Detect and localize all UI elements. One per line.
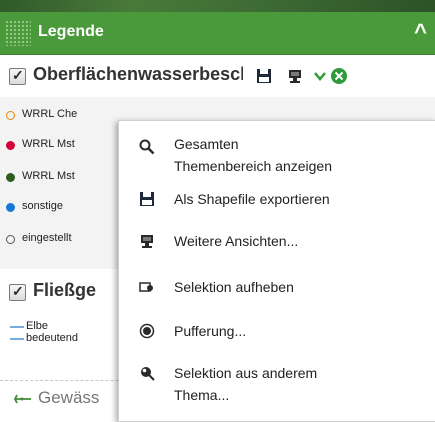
clear-selection-icon [139,282,153,292]
legend-item-label: WRRL Mst [22,170,75,182]
menu-item-buffer[interactable]: Pufferung... [119,319,435,345]
menu-item-label: Als Shapefile exportieren [174,191,330,207]
river-legend-label: Elbe [26,320,49,332]
legend-symbol-icon [6,141,15,150]
layer-title: Gewäss [38,388,100,407]
river-line-icon [10,326,24,340]
legend-symbol-icon [6,235,15,244]
save-icon [140,192,154,206]
menu-item-select-from-theme[interactable]: Selektion aus anderem Thema... [119,361,435,411]
legend-item-label: WRRL Che [22,108,78,120]
buffer-icon [139,323,155,339]
menu-item-more-views[interactable]: Weitere Ansichten... [119,229,435,255]
menu-item-label: Selektion aufheben [174,279,294,295]
layer-title: Fließge [33,280,97,300]
collapse-icon[interactable]: ^ [414,21,427,43]
drag-grip-icon[interactable] [5,20,31,46]
remove-layer-icon[interactable] [330,67,348,85]
menu-item-export-shapefile[interactable]: Als Shapefile exportieren [119,187,435,213]
map-background-strip [0,0,435,12]
save-icon[interactable] [256,68,272,84]
layer-row-surface-water: Oberflächenwasserbescha [0,55,435,97]
legend-header: Legende ^ [0,12,435,55]
legend-symbol-icon [6,111,15,120]
menu-item-label: Gesamten [174,136,239,152]
context-menu: Gesamten Themenbereich anzeigen Als Shap… [118,120,435,422]
legend-symbol-icon [6,173,15,182]
layer-visibility-checkbox[interactable] [9,283,26,301]
menu-item-label: Thema... [174,387,230,403]
chevron-down-icon[interactable] [313,69,327,83]
layer-title: Oberflächenwasserbescha [33,64,243,84]
menu-item-clear-selection[interactable]: Selektion aufheben [119,275,435,301]
legend-symbol-icon [6,203,15,212]
legend-title: Legende [38,23,104,40]
monitor-icon[interactable] [287,68,303,84]
legend-item-label: WRRL Mst [22,138,75,150]
theme-select-icon [141,367,155,381]
layer-visibility-checkbox[interactable] [9,67,26,85]
river-legend-label: bedeutend [26,332,78,344]
legend-item-label: eingestellt [22,232,72,244]
legend-item-label: sonstige [22,200,63,212]
menu-item-label: Selektion aus anderem [174,365,318,381]
menu-item-label: Themenbereich anzeigen [174,158,332,174]
menu-item-label: Weitere Ansichten... [174,233,299,249]
search-icon [139,139,155,155]
water-symbol-icon [14,394,31,404]
menu-item-label: Pufferung... [174,323,247,339]
monitor-icon [141,235,153,248]
menu-item-show-all[interactable]: Gesamten Themenbereich anzeigen [119,135,435,179]
